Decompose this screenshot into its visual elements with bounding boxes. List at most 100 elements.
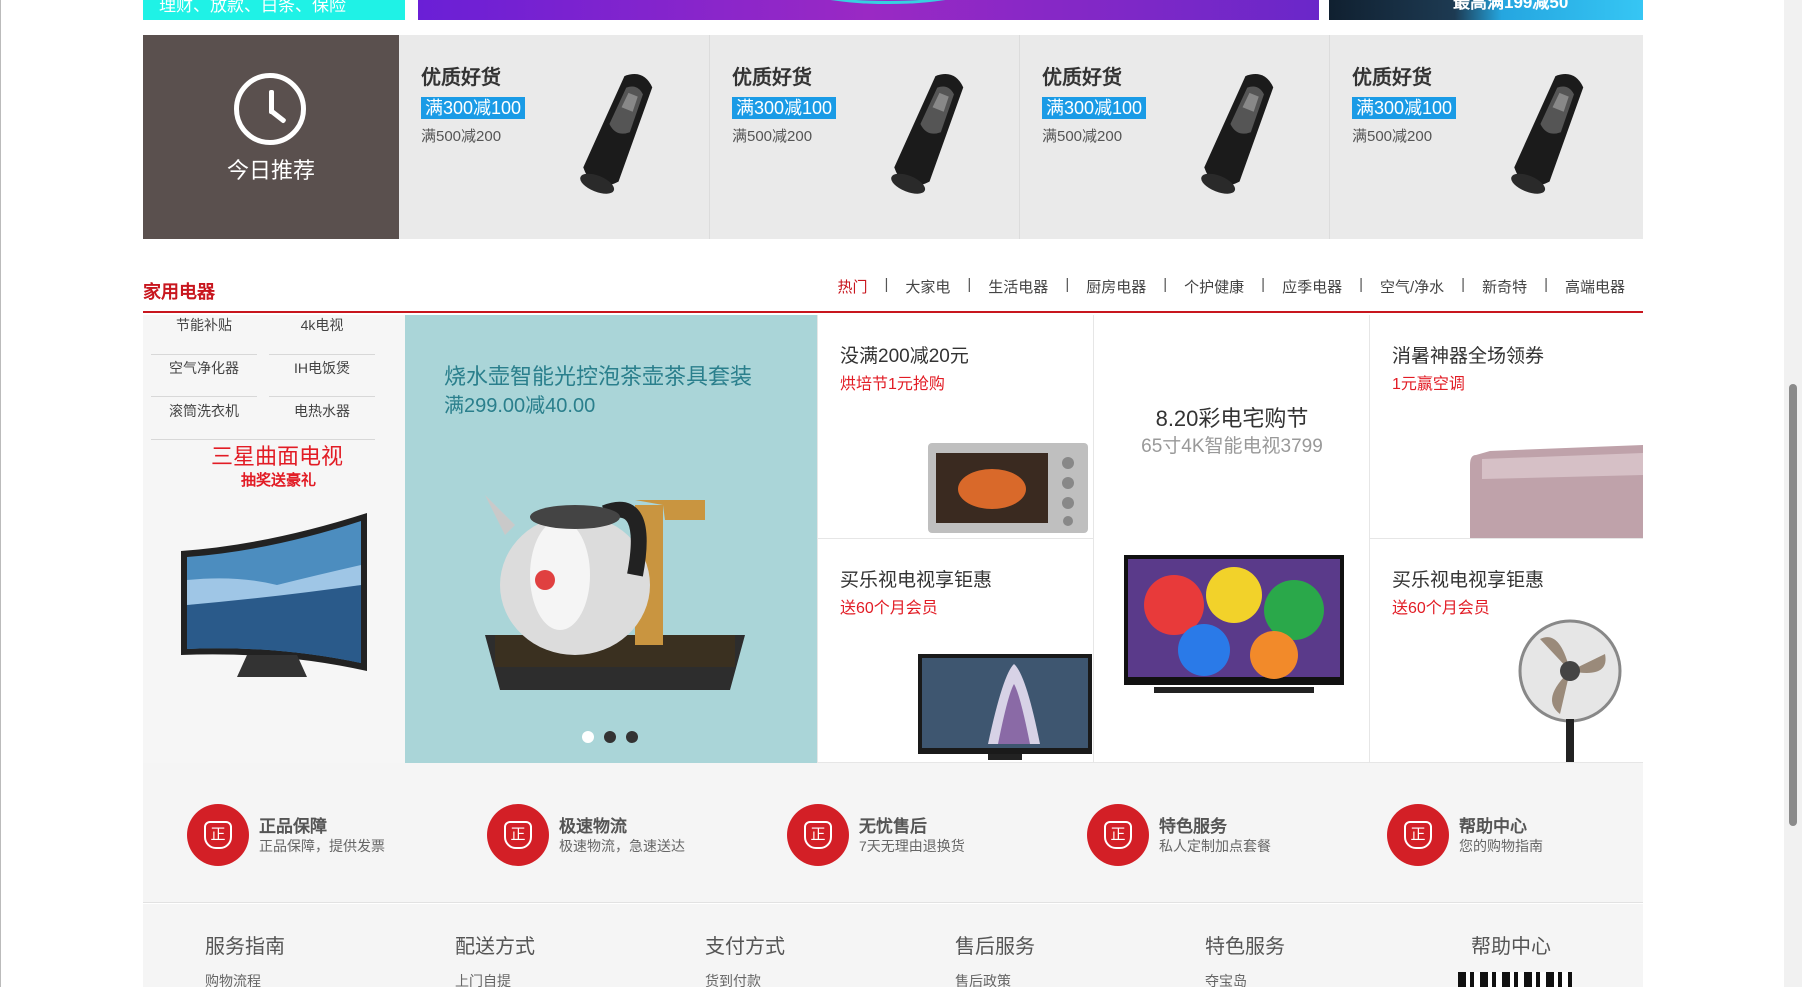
footer-link[interactable]: 上门自提 (455, 971, 535, 987)
keyword-link[interactable]: IH电饭煲 (269, 358, 375, 378)
recommend-item[interactable]: 优质好货 满300减100 满500减200 (709, 35, 1019, 239)
recommend-item-sub: 满500减200 (421, 128, 502, 145)
tab-separator: | (1359, 276, 1363, 293)
guarantee-badge-glyph: 正 (1404, 821, 1432, 849)
recommend-item-tag: 满300减100 (1042, 97, 1147, 119)
promo-cell-title: 买乐视电视享钜惠 (1392, 570, 1545, 591)
carousel-dot[interactable] (582, 731, 594, 743)
recommend-item-title: 优质好货 (421, 67, 501, 89)
tab-large-appliances[interactable]: 大家电 (905, 276, 950, 297)
air-conditioner-image (1470, 445, 1643, 538)
promo-cell-subtitle: 烘培节1元抢购 (840, 376, 945, 393)
vertical-scrollbar[interactable] (1784, 0, 1802, 987)
service-item[interactable]: 正 极速物流 极速物流，急速送达 (487, 804, 767, 866)
footer-heading: 特色服务 (1205, 936, 1285, 958)
today-recommend-header: 今日推荐 (143, 35, 399, 239)
service-desc: 7天无理由退换货 (859, 838, 965, 854)
recommend-item-tag: 满300减100 (421, 97, 526, 119)
promo-cell-air-conditioner[interactable]: 消暑神器全场领券 1元赢空调 (1369, 315, 1643, 539)
carousel-dots (582, 731, 638, 743)
recommend-item-sub: 满500减200 (732, 128, 813, 145)
category-left-column: 节能补贴 4k电视 空气净化器 IH电饭煲 滚筒洗衣机 电热水器 三星曲面电视 … (143, 315, 405, 763)
divider (151, 396, 257, 397)
service-item[interactable]: 正 帮助中心 您的购物指南 (1387, 804, 1667, 866)
promo-cell-tv-bottom[interactable]: 买乐视电视享钜惠 送60个月会员 (817, 539, 1093, 763)
footer-heading: 帮助中心 (1471, 936, 1551, 958)
today-recommend-title: 今日推荐 (226, 158, 315, 183)
promo-cell-title: 没满200减20元 (840, 346, 969, 367)
divider (151, 354, 257, 355)
service-item[interactable]: 正 无忧售后 7天无理由退换货 (787, 804, 1067, 866)
tab-personal-care[interactable]: 个护健康 (1184, 276, 1244, 297)
top-banner-promo[interactable] (418, 0, 1319, 20)
service-desc: 极速物流，急速送达 (559, 838, 685, 854)
footer-column: 服务指南 购物流程 (205, 930, 285, 987)
tab-living-appliances[interactable]: 生活电器 (988, 276, 1048, 297)
top-banner-finance[interactable]: 理财、放款、白条、保险 (143, 0, 405, 20)
tab-separator: | (1065, 276, 1070, 293)
tab-air-water[interactable]: 空气/净水 (1380, 276, 1444, 297)
page: 理财、放款、白条、保险 最高满199减50 今日推荐 优质好货 满300减100… (0, 0, 1802, 987)
service-name: 无忧售后 (859, 817, 927, 836)
footer-link[interactable]: 夺宝岛 (1205, 971, 1285, 987)
clock-icon (234, 73, 306, 145)
footer-link[interactable]: 购物流程 (205, 971, 285, 987)
keyword-link[interactable]: 空气净化器 (151, 358, 257, 378)
footer-heading: 售后服务 (955, 936, 1035, 958)
footer-column: 支付方式 货到付款 (705, 930, 785, 987)
tab-high-end[interactable]: 高端电器 (1565, 276, 1625, 297)
keyword-link[interactable]: 滚筒洗衣机 (151, 401, 257, 421)
category-product-grid: 节能补贴 4k电视 空气净化器 IH电饭煲 滚筒洗衣机 电热水器 三星曲面电视 … (143, 315, 1643, 763)
service-desc: 您的购物指南 (1459, 838, 1543, 854)
service-item[interactable]: 正 特色服务 私人定制加点套餐 (1087, 804, 1367, 866)
recommend-item[interactable]: 优质好货 满300减100 满500减200 (1019, 35, 1329, 239)
left-promo-subtitle: 抽奖送豪礼 (241, 472, 317, 489)
keyword-link[interactable]: 4k电视 (269, 315, 375, 335)
tab-hot[interactable]: 热门 (837, 276, 867, 297)
footer-link[interactable]: 货到付款 (705, 971, 785, 987)
recommend-item-sub: 满500减200 (1352, 128, 1433, 145)
recommend-item[interactable]: 优质好货 满300减100 满500减200 (399, 35, 709, 239)
keyword-link[interactable]: 节能补贴 (151, 315, 257, 335)
promo-cell-tv-center[interactable]: 8.20彩电宅购节 65寸4K智能电视3799 (1093, 315, 1369, 763)
kettle-carousel-banner[interactable]: 烧水壶智能光控泡茶壶茶具套装 满299.00减40.00 (405, 315, 817, 763)
recommend-item-sub: 满500减200 (1042, 128, 1123, 145)
recommend-item-title: 优质好货 (1042, 67, 1122, 89)
guarantee-badge-icon: 正 (1387, 804, 1449, 866)
tab-separator: | (1163, 276, 1168, 293)
promo-cell-subtitle: 送60个月会员 (1392, 600, 1490, 617)
guarantee-badge-icon: 正 (1087, 804, 1149, 866)
footer-heading: 支付方式 (705, 936, 785, 958)
promo-cell-fan[interactable]: 买乐视电视享钜惠 送60个月会员 (1369, 539, 1643, 763)
carousel-dot[interactable] (604, 731, 616, 743)
electric-fan-image (1518, 619, 1622, 762)
tab-kitchen-appliances[interactable]: 厨房电器 (1086, 276, 1146, 297)
left-promo-title[interactable]: 三星曲面电视 (211, 439, 343, 471)
recommend-item[interactable]: 优质好货 满300减100 满500减200 (1329, 35, 1643, 239)
window-edge-left (0, 0, 1, 987)
service-name: 极速物流 (559, 817, 627, 836)
promo-cell-oven[interactable]: 没满200减20元 烘培节1元抢购 (817, 315, 1093, 539)
tab-separator: | (1544, 276, 1548, 293)
category-title: 家用电器 (143, 282, 215, 302)
today-recommend-row: 今日推荐 优质好货 满300减100 满500减200 优质好货 满300减10… (143, 35, 1643, 239)
color-tv-image (1124, 555, 1344, 693)
footer-link[interactable]: 售后政策 (955, 971, 1035, 987)
tab-seasonal[interactable]: 应季电器 (1282, 276, 1342, 297)
promo-cell-title: 消暑神器全场领券 (1392, 346, 1545, 367)
banner-price: 满299.00减40.00 (444, 395, 596, 417)
scrollbar-thumb[interactable] (1789, 384, 1797, 826)
carousel-dot[interactable] (626, 731, 638, 743)
promo-cell-subtitle: 送60个月会员 (840, 600, 938, 617)
recommend-item-title: 优质好货 (732, 67, 812, 89)
footer-column: 售后服务 售后政策 (955, 930, 1035, 987)
recommend-item-tag: 满300减100 (732, 97, 837, 119)
service-guarantee-bar: 正 正品保障 正品保障，提供发票 正 极速物流 极速物流，急速送达 正 无忧售后… (143, 763, 1643, 903)
service-item[interactable]: 正 正品保障 正品保障，提供发票 (187, 804, 467, 866)
keyword-link[interactable]: 电热水器 (269, 401, 375, 421)
service-name: 特色服务 (1159, 817, 1227, 836)
top-banner-discount[interactable]: 最高满199减50 (1329, 0, 1643, 20)
recommend-item-title: 优质好货 (1352, 67, 1432, 89)
tab-novelty[interactable]: 新奇特 (1482, 276, 1527, 297)
guarantee-badge-icon: 正 (487, 804, 549, 866)
